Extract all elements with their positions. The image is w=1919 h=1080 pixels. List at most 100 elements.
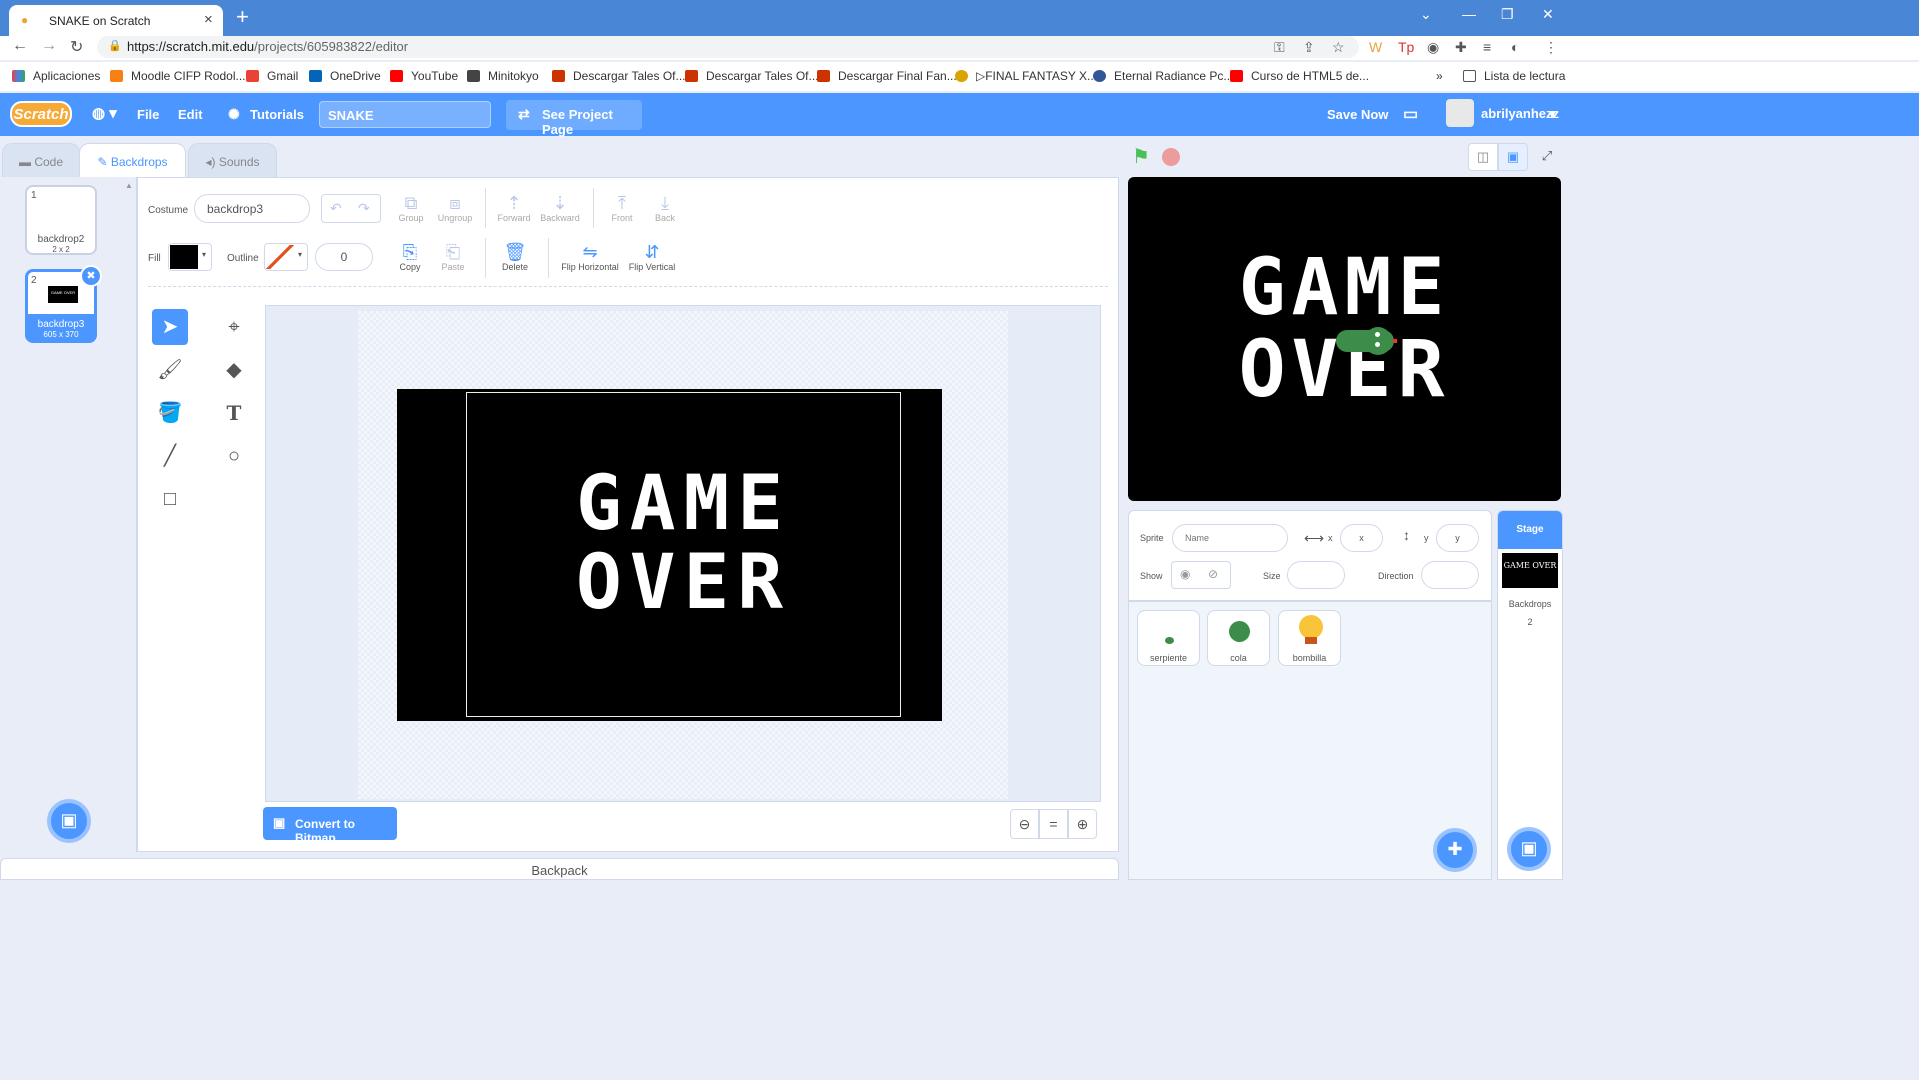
redo-icon[interactable]: ↷ xyxy=(358,200,370,217)
zoom-in-button[interactable]: ⊕ xyxy=(1068,809,1097,839)
bookmark-item[interactable]: Minitokyo xyxy=(467,69,539,83)
extensions-puzzle-icon[interactable]: ✚ xyxy=(1455,39,1467,56)
select-tool[interactable]: ➤ xyxy=(152,309,188,345)
choose-sprite-button[interactable]: ✚ xyxy=(1433,828,1477,872)
browser-menu-icon[interactable]: ⋮ xyxy=(1544,39,1558,56)
language-globe-icon[interactable]: ◍ ▾ xyxy=(92,104,117,122)
bookmark-item[interactable]: Moodle CIFP Rodol... xyxy=(110,69,246,83)
media-control-icon[interactable]: ≡ xyxy=(1483,39,1491,55)
eye-icon[interactable]: ◉ xyxy=(1180,567,1190,581)
back-icon[interactable]: ← xyxy=(12,37,28,55)
url-field[interactable]: 🔒 https://scratch.mit.edu/projects/60598… xyxy=(97,36,1359,58)
choose-backdrop-stage-button[interactable]: ▣ xyxy=(1507,827,1551,871)
bookmark-item[interactable]: Eternal Radiance Pc... xyxy=(1093,69,1233,83)
reshape-tool[interactable]: ⌖ xyxy=(216,309,252,345)
paste-button[interactable]: ⎗ Paste xyxy=(423,242,483,272)
tutorials-menu[interactable]: Tutorials xyxy=(250,107,304,122)
forward-icon[interactable]: → xyxy=(41,37,57,55)
new-tab-icon[interactable]: + xyxy=(236,4,249,30)
bookmark-item[interactable]: Descargar Tales Of... xyxy=(685,69,819,83)
extension-w-icon[interactable]: W xyxy=(1369,39,1382,55)
my-stuff-folder-icon[interactable]: ▭ xyxy=(1403,104,1418,124)
reload-icon[interactable]: ↻ xyxy=(70,37,83,57)
more-bookmarks-icon[interactable]: » xyxy=(1436,69,1443,83)
extension-tp-icon[interactable]: Tp xyxy=(1398,39,1414,55)
bookmark-item[interactable]: Descargar Final Fan... xyxy=(817,69,957,83)
restore-icon[interactable]: ❐ xyxy=(1501,6,1514,23)
size-input[interactable] xyxy=(1287,561,1345,589)
line-tool[interactable]: ╱ xyxy=(152,438,188,474)
backdrop-item[interactable]: 1 backdrop2 2 x 2 xyxy=(25,185,97,255)
stage-selector[interactable]: Stage GAME OVER Backdrops 2 ▣ xyxy=(1497,510,1563,880)
small-stage-icon[interactable]: ◫ xyxy=(1468,143,1498,171)
bookmark-item[interactable]: YouTube xyxy=(390,69,458,83)
snake-sprite[interactable] xyxy=(1336,327,1397,355)
account-chevron-down-icon[interactable]: ▾ xyxy=(1549,106,1556,122)
bookmark-item[interactable]: OneDrive xyxy=(309,69,381,83)
eraser-tool[interactable]: ◆ xyxy=(216,352,252,388)
flip-horizontal-button[interactable]: ⇋ Flip Horizontal xyxy=(558,242,622,272)
backward-button[interactable]: ⇣ Backward xyxy=(530,193,590,223)
fullscreen-icon[interactable]: ⤢ xyxy=(1532,143,1562,171)
fill-tool[interactable]: 🪣 xyxy=(152,395,188,431)
username[interactable]: abrilyanhezz xyxy=(1481,106,1559,121)
y-input[interactable]: y xyxy=(1436,524,1479,552)
x-input[interactable]: x xyxy=(1340,524,1383,552)
undo-icon[interactable]: ↶ xyxy=(330,200,342,217)
project-title-input[interactable]: SNAKE xyxy=(319,101,491,128)
fill-color-picker[interactable]: ▾ xyxy=(168,243,212,271)
ungroup-button[interactable]: ⧈ Ungroup xyxy=(425,193,485,223)
bookmark-item[interactable]: ▷FINAL FANTASY X... xyxy=(955,69,1097,83)
costume-name-input[interactable] xyxy=(194,194,310,223)
tab-sounds[interactable]: ◂) Sounds xyxy=(188,143,277,177)
reading-list[interactable]: Lista de lectura xyxy=(1463,69,1565,83)
back-button[interactable]: ⤓ Back xyxy=(635,193,695,223)
edit-menu[interactable]: Edit xyxy=(178,107,203,122)
profile-icon[interactable]: ◐ xyxy=(1511,39,1519,55)
minimize-icon[interactable]: — xyxy=(1462,6,1476,22)
outline-color-picker[interactable]: ▾ xyxy=(264,243,308,271)
delete-button[interactable]: 🗑 Delete xyxy=(485,242,545,272)
rectangle-tool[interactable]: □ xyxy=(152,481,188,517)
bookmark-item[interactable]: Curso de HTML5 de... xyxy=(1230,69,1369,83)
large-stage-icon[interactable]: ▣ xyxy=(1498,143,1528,171)
bookmark-item[interactable]: Descargar Tales Of... xyxy=(552,69,686,83)
bookmark-item[interactable]: Gmail xyxy=(246,69,298,83)
sprite-name-input[interactable] xyxy=(1172,524,1288,552)
scroll-up-icon[interactable]: ▲ xyxy=(125,181,133,190)
delete-backdrop-trash-icon[interactable]: ✖ xyxy=(80,265,102,287)
see-project-page-button[interactable]: ⇄ See Project Page xyxy=(506,100,642,137)
circle-tool[interactable]: ○ xyxy=(216,438,252,474)
tab-code[interactable]: ▬ Code xyxy=(2,143,80,177)
zoom-out-button[interactable]: ⊖ xyxy=(1010,809,1039,839)
close-window-icon[interactable]: ✕ xyxy=(1542,6,1554,23)
avatar[interactable] xyxy=(1446,99,1474,127)
green-flag-icon[interactable]: ⚑ xyxy=(1132,147,1153,168)
backpack[interactable]: Backpack xyxy=(0,858,1119,880)
bookmark-item[interactable]: Aplicaciones xyxy=(12,69,100,83)
sprite-item[interactable]: bombilla xyxy=(1278,610,1341,666)
choose-backdrop-button[interactable]: ▣ xyxy=(47,799,91,843)
bookmark-star-icon[interactable]: ☆ xyxy=(1332,39,1345,56)
outline-width-input[interactable]: 0 xyxy=(315,243,373,271)
extension-circle-icon[interactable]: ◉ xyxy=(1427,39,1439,56)
scratch-logo[interactable]: Scratch xyxy=(10,101,72,127)
direction-input[interactable] xyxy=(1421,561,1479,589)
key-icon[interactable]: ⚿ xyxy=(1274,39,1285,56)
close-tab-icon[interactable]: × xyxy=(204,11,213,28)
convert-to-bitmap-button[interactable]: ▣ Convert to Bitmap xyxy=(263,807,397,845)
text-tool[interactable]: T xyxy=(216,395,252,431)
browser-tab[interactable]: ● SNAKE on Scratch × xyxy=(9,5,223,36)
stop-icon[interactable] xyxy=(1162,148,1180,166)
flip-vertical-button[interactable]: ⇵ Flip Vertical xyxy=(622,242,682,272)
sprite-item[interactable]: cola xyxy=(1207,610,1270,666)
tab-backdrops[interactable]: ✎ Backdrops xyxy=(79,143,186,178)
eye-hidden-icon[interactable]: ⊘ xyxy=(1208,567,1218,581)
zoom-reset-button[interactable]: = xyxy=(1039,809,1068,839)
sprite-item[interactable]: serpiente xyxy=(1137,610,1200,666)
save-now-button[interactable]: Save Now xyxy=(1327,107,1388,122)
brush-tool[interactable]: 🖌 xyxy=(152,352,188,388)
share-icon[interactable]: ⇪ xyxy=(1303,39,1315,56)
file-menu[interactable]: File xyxy=(137,107,159,122)
tab-search-icon[interactable]: ⌄ xyxy=(1420,6,1432,23)
